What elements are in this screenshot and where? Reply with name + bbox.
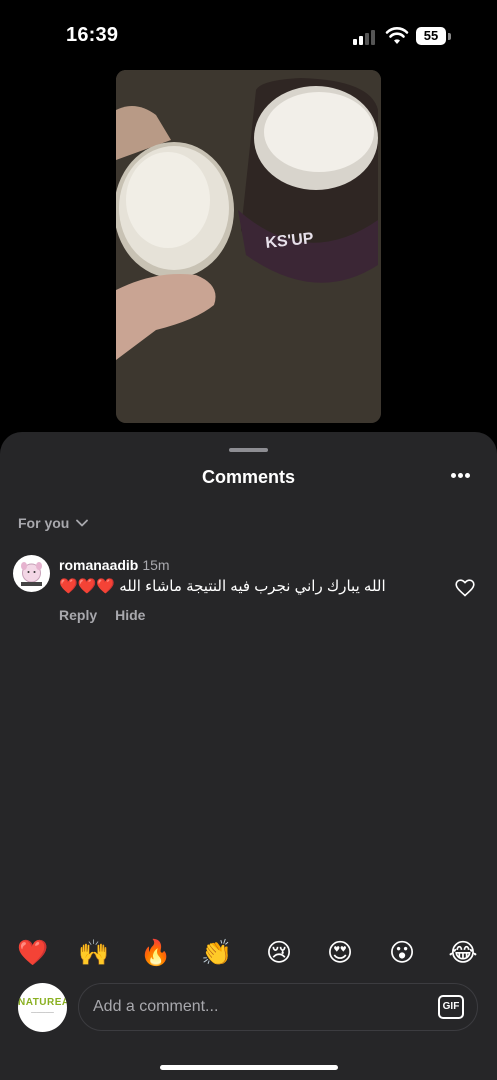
quick-reactions: ❤️ 🙌 🔥 👏 😢 😍 😮 😂 [0,936,497,970]
drag-handle[interactable] [229,448,268,452]
video-player[interactable]: KS'UP [116,70,381,423]
reaction-laughing[interactable]: 😂 [446,936,480,970]
comment-text: الله يبارك راني نجرب فيه النتيجة ماشاء ا… [59,578,386,595]
sheet-title: Comments [201,467,295,487]
filter-dropdown[interactable]: For you [18,515,89,531]
comment-header: romanaadib 15m [59,557,170,573]
comment-input-placeholder: Add a comment... [93,998,219,1015]
signal-icon [353,29,377,45]
composer-avatar[interactable]: NATUREA ──────── [18,983,67,1032]
comment-item: romanaadib 15m الله يبارك راني نجرب فيه ا… [13,555,483,625]
reaction-raised-hands[interactable]: 🙌 [77,936,111,970]
reaction-crying[interactable]: 😢 [262,936,296,970]
chevron-down-icon [76,519,89,527]
avatar-logo: NATUREA [18,997,67,1008]
more-icon[interactable] [450,473,472,481]
comment-username[interactable]: romanaadib [59,557,138,573]
status-bar: 16:39 55 [0,0,497,70]
home-indicator [160,1065,338,1070]
reaction-clap[interactable]: 👏 [200,936,234,970]
reaction-fire[interactable]: 🔥 [139,936,173,970]
video-frame: KS'UP [116,70,381,423]
reply-button[interactable]: Reply [59,607,97,623]
reaction-heart[interactable]: ❤️ [16,936,50,970]
comments-sheet: Comments For you romanaadib 15m الله يبار… [0,432,497,1080]
avatar[interactable] [13,555,50,592]
battery-nub [448,33,451,40]
battery-icon: 55 [416,27,446,45]
hide-button[interactable]: Hide [115,607,145,623]
avatar-logo-rule: ──────── [31,1010,54,1015]
comment-input[interactable]: Add a comment... [78,983,478,1031]
filter-label: For you [18,515,70,531]
wifi-icon [385,27,409,44]
heart-icon[interactable] [455,579,475,597]
comment-actions: Reply Hide [59,607,163,623]
status-time: 16:39 [66,24,119,46]
comment-time: 15m [142,557,170,573]
reaction-heart-eyes[interactable]: 😍 [323,936,357,970]
reaction-surprised[interactable]: 😮 [385,936,419,970]
gif-button[interactable]: GIF [438,995,464,1019]
